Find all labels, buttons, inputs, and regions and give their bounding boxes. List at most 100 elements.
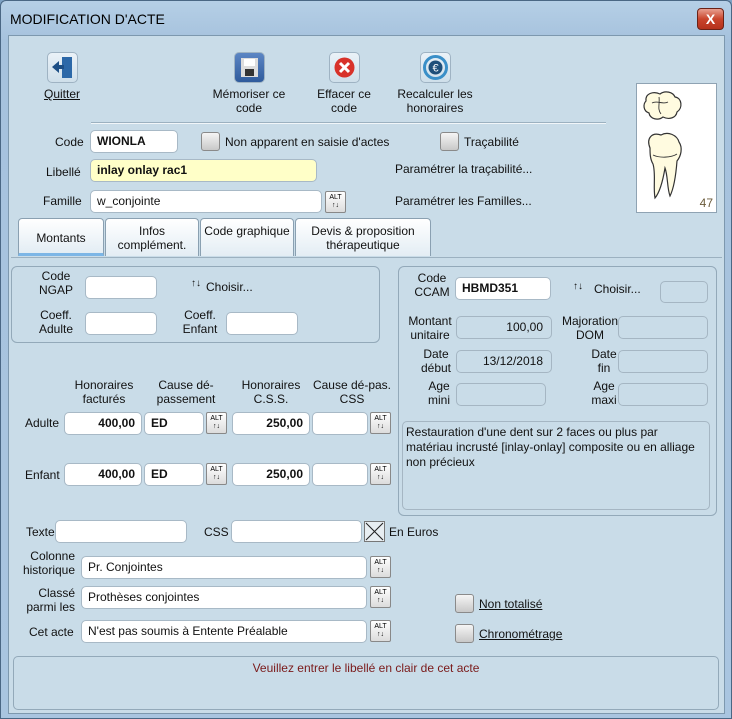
code-label: Code [55, 135, 84, 149]
molar-tooth-icon [643, 91, 682, 200]
montant-label: Montant unitaire [408, 314, 452, 342]
age-maxi-label: Age maxi [591, 379, 617, 407]
fees-col-css: Honoraires C.S.S. [241, 378, 301, 406]
classe-input[interactable]: Prothèses conjointes [81, 586, 367, 609]
adulte-cause-input[interactable]: ED [144, 412, 204, 435]
code-input[interactable]: WIONLA [90, 130, 178, 153]
age-mini-field [456, 383, 546, 406]
enfant-css-input[interactable]: 250,00 [232, 463, 310, 486]
save-button[interactable]: Mémoriser ce code [204, 52, 294, 115]
majoration-label: Majoration DOM [561, 314, 619, 342]
tooth-number: 47 [699, 196, 713, 210]
status-message: Veuillez entrer le libellé en clair de c… [13, 656, 719, 710]
exit-door-icon [46, 52, 78, 83]
cet-acte-label: Cet acte [29, 625, 74, 639]
enfant-cause-css-alt-button[interactable]: ALT ↑↓ [370, 463, 391, 485]
ccam-extra-field [660, 281, 708, 303]
ccam-code-label: Code CCAM [414, 271, 450, 299]
adulte-cause-css-alt-button[interactable]: ALT ↑↓ [370, 412, 391, 434]
svg-text:€: € [432, 63, 438, 75]
coeff-adulte-input[interactable] [85, 312, 157, 335]
texte-input[interactable] [55, 520, 187, 543]
coeff-enfant-label: Coeff. Enfant [182, 308, 218, 336]
erase-button[interactable]: Effacer ce code [309, 52, 379, 115]
tab-code-graphique[interactable]: Code graphique [200, 218, 294, 256]
adulte-label: Adulte [25, 416, 60, 430]
adulte-honoraires-input[interactable]: 400,00 [64, 412, 142, 435]
adulte-cause-css-input[interactable] [312, 412, 368, 435]
tab-devis[interactable]: Devis & proposition thérapeutique [295, 218, 431, 256]
fees-col-cause: Cause dé-passement [156, 378, 216, 406]
montant-field: 100,00 [456, 316, 552, 339]
floppy-disk-icon [233, 52, 265, 83]
close-button[interactable]: X [697, 8, 724, 30]
texte-label: Texte [26, 525, 55, 539]
enfant-cause-input[interactable]: ED [144, 463, 204, 486]
non-totalise-label: Non totalisé [479, 597, 543, 611]
classe-alt-button[interactable]: ALT ↑↓ [370, 586, 391, 608]
ngap-code-input[interactable] [85, 276, 157, 299]
ngap-code-label: Code NGAP [38, 269, 73, 297]
enfant-cause-css-input[interactable] [312, 463, 368, 486]
ngap-choisir-link[interactable]: Choisir... [206, 280, 253, 294]
ccam-description: Restauration d'une dent sur 2 faces ou p… [402, 421, 710, 510]
classe-label: Classé parmi les [26, 586, 75, 614]
recalculate-button[interactable]: € Recalculer les honoraires [391, 52, 479, 115]
css-label: CSS [204, 525, 229, 539]
non-apparent-checkbox[interactable] [201, 132, 220, 151]
famille-label: Famille [43, 194, 82, 208]
ccam-choisir-link[interactable]: Choisir... [594, 282, 641, 296]
en-euros-label: En Euros [389, 525, 439, 539]
quit-button[interactable]: Quitter [42, 52, 82, 101]
param-tracabilite-link[interactable]: Paramétrer la traçabilité... [395, 162, 532, 176]
famille-alt-button[interactable]: ALT ↑↓ [325, 191, 346, 213]
window-title: MODIFICATION D'ACTE [10, 11, 165, 27]
tracabilite-checkbox[interactable] [440, 132, 459, 151]
colonne-label: Colonne historique [22, 549, 75, 577]
enfant-cause-alt-button[interactable]: ALT ↑↓ [206, 463, 227, 485]
age-mini-label: Age mini [427, 379, 450, 407]
cet-acte-alt-button[interactable]: ALT ↑↓ [370, 620, 391, 642]
fees-col-honoraires: Honoraires facturés [74, 378, 134, 406]
tracabilite-label: Traçabilité [464, 135, 519, 149]
param-familles-link[interactable]: Paramétrer les Familles... [395, 194, 532, 208]
cet-acte-input[interactable]: N'est pas soumis à Entente Préalable [81, 620, 367, 643]
dialog-body: Quitter Mémoriser ce code Effacer ce cod… [8, 35, 725, 714]
enfant-honoraires-input[interactable]: 400,00 [64, 463, 142, 486]
coeff-adulte-label: Coeff. Adulte [38, 308, 74, 336]
libelle-label: Libellé [46, 165, 81, 179]
tab-montants[interactable]: Montants [18, 218, 104, 256]
red-cross-icon [328, 52, 360, 83]
chronometrage-checkbox[interactable] [455, 624, 474, 643]
date-debut-field: 13/12/2018 [456, 350, 552, 373]
tab-strip: Montants Infos complément. Code graphiqu… [18, 218, 448, 258]
non-totalise-checkbox[interactable] [455, 594, 474, 613]
majoration-field [618, 316, 708, 339]
toolbar-separator [91, 122, 606, 124]
euro-refresh-icon: € [419, 52, 451, 83]
famille-input[interactable]: w_conjointe [90, 190, 322, 213]
en-euros-checkbox[interactable] [364, 521, 385, 542]
dialog-window: MODIFICATION D'ACTE X Quitter Mémoriser … [0, 0, 732, 719]
title-bar[interactable]: MODIFICATION D'ACTE X [1, 1, 731, 35]
adulte-css-input[interactable]: 250,00 [232, 412, 310, 435]
ccam-code-input[interactable]: HBMD351 [455, 277, 551, 300]
tooth-diagram[interactable]: 47 [636, 83, 717, 213]
date-fin-field [618, 350, 708, 373]
ccam-alt-icon: ↑↓ [573, 281, 583, 292]
css-input[interactable] [231, 520, 362, 543]
tab-divider [11, 257, 722, 258]
enfant-label: Enfant [25, 468, 60, 482]
date-debut-label: Date début [420, 347, 452, 375]
tab-infos[interactable]: Infos complément. [105, 218, 199, 256]
colonne-alt-button[interactable]: ALT ↑↓ [370, 556, 391, 578]
adulte-cause-alt-button[interactable]: ALT ↑↓ [206, 412, 227, 434]
ngap-alt-icon: ↑↓ [191, 278, 201, 289]
date-fin-label: Date fin [591, 347, 617, 375]
chronometrage-label: Chronométrage [479, 627, 563, 641]
libelle-input[interactable]: inlay onlay rac1 [90, 159, 317, 182]
colonne-input[interactable]: Pr. Conjointes [81, 556, 367, 579]
age-maxi-field [618, 383, 708, 406]
coeff-enfant-input[interactable] [226, 312, 298, 335]
fees-col-cause-css: Cause dé-pas. CSS [312, 378, 392, 406]
